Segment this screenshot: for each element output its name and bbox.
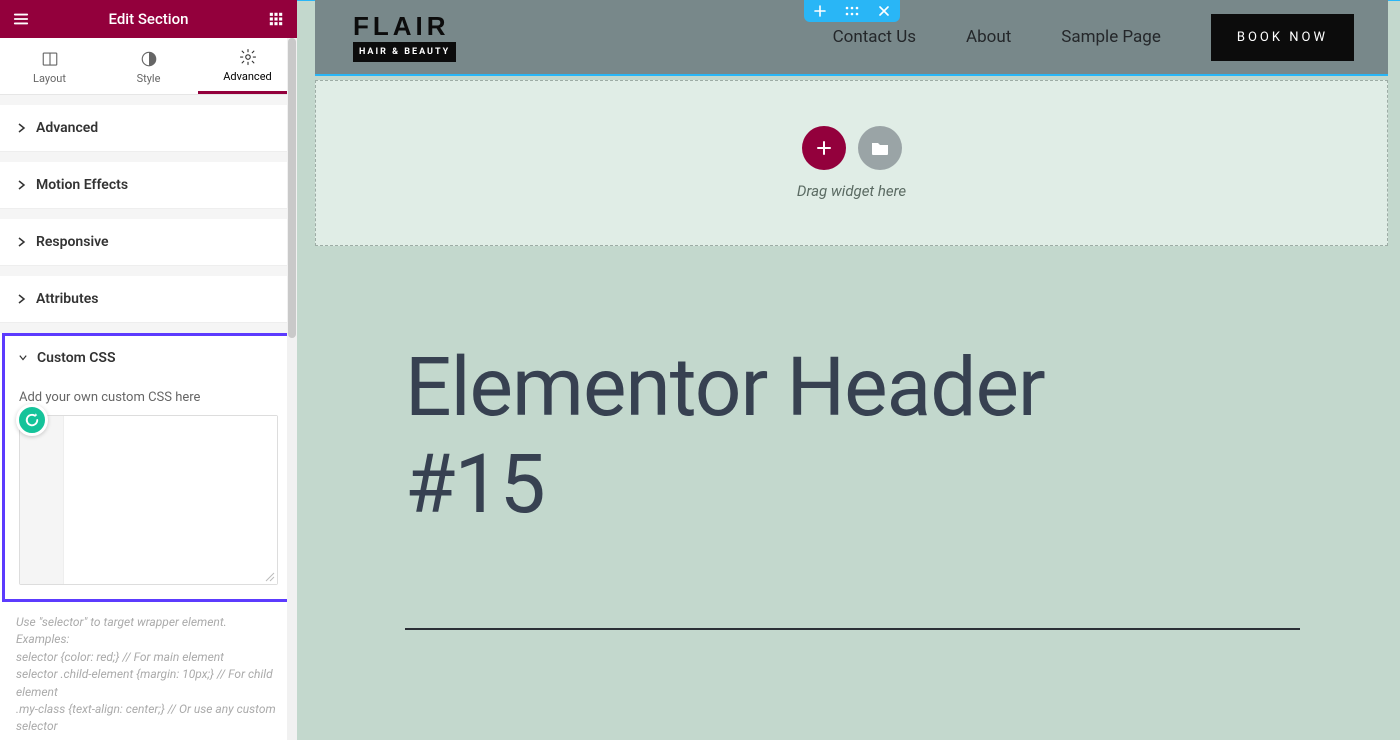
panel-custom-css: Custom CSS Add your own custom CSS here bbox=[2, 333, 295, 602]
panel-title: Custom CSS bbox=[37, 350, 116, 366]
editor-sidebar: Edit Section Layout Style Advanced Advan… bbox=[0, 0, 297, 740]
panel-title: Advanced bbox=[36, 120, 98, 136]
tab-label: Style bbox=[137, 72, 161, 85]
delete-section-icon[interactable] bbox=[875, 2, 893, 20]
caret-right-icon bbox=[18, 294, 26, 304]
sidebar-tabs: Layout Style Advanced bbox=[0, 38, 297, 95]
logo-sub-text: HAIR & BEAUTY bbox=[353, 42, 456, 62]
panel-title: Responsive bbox=[36, 234, 109, 250]
nav-link-about[interactable]: About bbox=[966, 27, 1011, 47]
hamburger-icon[interactable] bbox=[12, 10, 30, 28]
main-nav: Contact Us About Sample Page BOOK NOW bbox=[833, 14, 1354, 61]
template-library-button[interactable] bbox=[858, 126, 902, 170]
drag-handle-icon[interactable] bbox=[843, 2, 861, 20]
preview-canvas: FLAIR HAIR & BEAUTY Contact Us About Sam… bbox=[297, 0, 1400, 740]
custom-css-input[interactable] bbox=[64, 416, 277, 584]
panel-title: Motion Effects bbox=[36, 177, 128, 193]
sidebar-title: Edit Section bbox=[30, 10, 267, 28]
site-logo[interactable]: FLAIR HAIR & BEAUTY bbox=[353, 13, 456, 62]
logo-main-text: FLAIR bbox=[353, 13, 456, 39]
nav-link-contact[interactable]: Contact Us bbox=[833, 27, 916, 47]
custom-css-editor bbox=[19, 415, 278, 585]
section-selection-toolbar bbox=[804, 0, 900, 22]
panel-attributes[interactable]: Attributes bbox=[0, 276, 297, 323]
panel-advanced[interactable]: Advanced bbox=[0, 105, 297, 152]
code-line-gutter bbox=[20, 416, 64, 584]
book-now-button[interactable]: BOOK NOW bbox=[1211, 14, 1354, 61]
widget-dropzone[interactable]: Drag widget here bbox=[315, 80, 1388, 246]
panel-responsive[interactable]: Responsive bbox=[0, 219, 297, 266]
caret-right-icon bbox=[18, 180, 26, 190]
custom-css-label: Add your own custom CSS here bbox=[19, 390, 278, 405]
scrollbar-thumb[interactable] bbox=[288, 38, 296, 338]
nav-link-sample[interactable]: Sample Page bbox=[1061, 27, 1161, 47]
panel-motion-effects[interactable]: Motion Effects bbox=[0, 162, 297, 209]
site-header-section[interactable]: FLAIR HAIR & BEAUTY Contact Us About Sam… bbox=[315, 0, 1388, 76]
dropzone-text: Drag widget here bbox=[797, 182, 906, 200]
custom-css-hint: Use "selector" to target wrapper element… bbox=[0, 602, 297, 740]
caret-right-icon bbox=[18, 123, 26, 133]
caret-right-icon bbox=[18, 237, 26, 247]
grammarly-icon[interactable] bbox=[16, 404, 48, 436]
hero-title[interactable]: Elementor Header #15 bbox=[405, 340, 1045, 534]
tab-layout[interactable]: Layout bbox=[0, 38, 99, 94]
panel-title: Attributes bbox=[36, 291, 98, 307]
add-section-icon[interactable] bbox=[811, 2, 829, 20]
tab-style[interactable]: Style bbox=[99, 38, 198, 94]
resize-handle-icon[interactable] bbox=[265, 572, 275, 582]
panel-custom-css-header[interactable]: Custom CSS bbox=[5, 336, 292, 378]
caret-down-icon bbox=[19, 354, 27, 362]
dropzone-actions bbox=[802, 126, 902, 170]
add-widget-button[interactable] bbox=[802, 126, 846, 170]
apps-grid-icon[interactable] bbox=[267, 10, 285, 28]
tab-label: Layout bbox=[33, 72, 66, 85]
sidebar-header: Edit Section bbox=[0, 0, 297, 38]
tab-label: Advanced bbox=[223, 70, 271, 83]
hero-divider bbox=[405, 628, 1300, 630]
tab-advanced[interactable]: Advanced bbox=[198, 38, 297, 94]
sidebar-scrollbar[interactable] bbox=[287, 38, 297, 740]
